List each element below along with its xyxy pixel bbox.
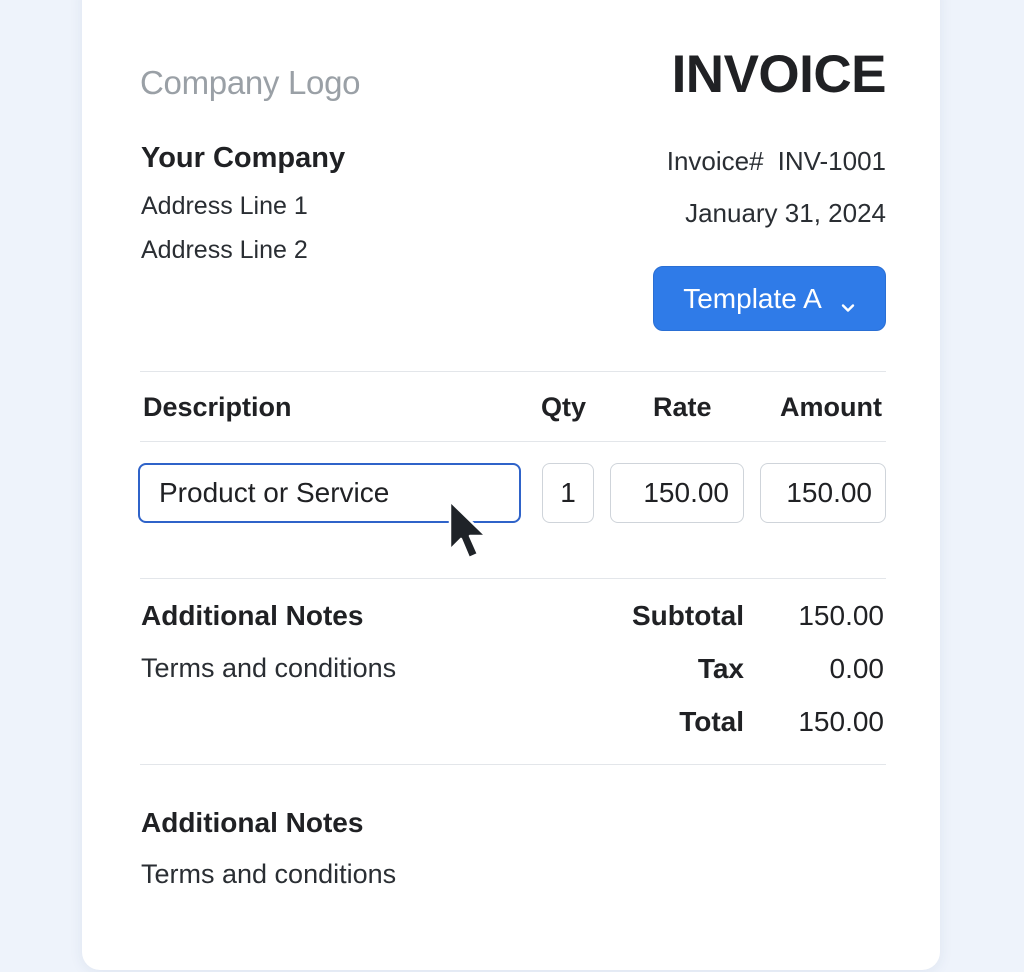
company-address-line-2: Address Line 2 (141, 236, 308, 264)
divider (140, 371, 886, 372)
line-item-qty-value: 1 (560, 477, 576, 508)
company-logo-placeholder: Company Logo (140, 64, 361, 101)
footer-notes-heading: Additional Notes (141, 807, 364, 838)
total-value: 150.00 (798, 706, 884, 737)
line-item-rate-value: 150.00 (643, 477, 729, 508)
notes-text: Terms and conditions (141, 653, 397, 683)
invoice-number-row: Invoice# INV-1001 (667, 146, 886, 177)
company-name: Your Company (141, 142, 346, 174)
column-header-rate: Rate (653, 392, 712, 422)
invoice-title: INVOICE (671, 45, 887, 104)
subtotal-label: Subtotal (632, 600, 744, 631)
tax-label: Tax (697, 653, 744, 684)
divider (140, 441, 886, 442)
template-select-button[interactable]: Template A (653, 266, 886, 331)
subtotal-value: 150.00 (798, 600, 884, 631)
column-header-qty: Qty (541, 392, 587, 422)
line-item-amount-input[interactable]: 150.00 (760, 463, 886, 523)
mouse-pointer-icon (446, 498, 492, 566)
tax-value: 0.00 (829, 653, 885, 684)
column-header-description: Description (143, 392, 292, 422)
invoice-number-label: Invoice# (666, 146, 764, 176)
company-address-line-1: Address Line 1 (141, 192, 308, 220)
footer-notes-text: Terms and conditions (141, 859, 397, 889)
divider (140, 764, 886, 765)
chevron-down-icon (840, 291, 856, 312)
divider (140, 578, 886, 579)
line-item-rate-input[interactable]: 150.00 (610, 463, 744, 523)
line-item-amount-value: 150.00 (786, 477, 872, 508)
invoice-date: January 31, 2024 (685, 198, 886, 228)
notes-heading: Additional Notes (141, 600, 364, 631)
total-label: Total (679, 706, 744, 737)
column-header-amount: Amount (780, 392, 882, 422)
invoice-number-value: INV-1001 (777, 146, 886, 176)
line-item-qty-input[interactable]: 1 (542, 463, 594, 523)
line-item-description-value: Product or Service (159, 477, 390, 508)
template-select-label: Template A (683, 282, 822, 314)
